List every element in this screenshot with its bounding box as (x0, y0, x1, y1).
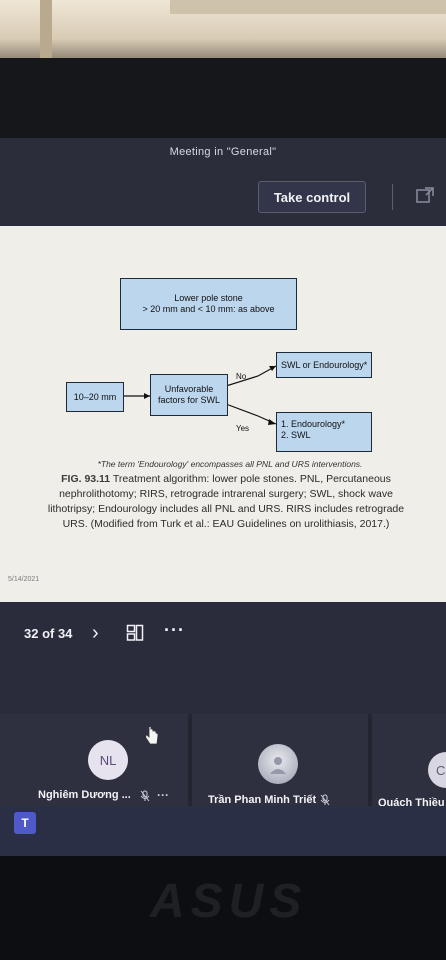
arrowhead-no (269, 366, 276, 371)
label-yes: Yes (236, 424, 250, 433)
ceiling-beam (170, 0, 446, 14)
box-stone-size: 10–20 mm (66, 382, 124, 412)
mic-muted-icon (140, 790, 150, 805)
windows-taskbar (0, 806, 446, 858)
more-options-icon[interactable]: ··· (164, 620, 185, 641)
box-endourology-then-swl: 1. Endourology* 2. SWL (276, 412, 372, 452)
next-icon[interactable]: › (92, 622, 99, 645)
box-unfavorable-factors: Unfavorable factors for SWL (150, 374, 228, 416)
figure-number: FIG. 93.11 (61, 473, 111, 485)
slide-counter: 32 of 34 (24, 626, 73, 641)
box-swl-or-endourology: SWL or Endourology* (276, 352, 372, 378)
arrowhead-yes (268, 419, 276, 425)
laptop-bezel-top (0, 58, 446, 138)
teams-icon[interactable]: T (14, 812, 36, 834)
cursor-icon (144, 726, 160, 751)
header-divider (392, 184, 393, 210)
laptop-brand-logo: ASUS (150, 875, 308, 928)
participant-more-icon[interactable]: ··· (157, 788, 169, 802)
box-unfav-line2: factors for SWL (157, 395, 220, 405)
slide-footnote: *The term 'Endourology' encompasses all … (97, 459, 363, 469)
box-lower-line2: > 20 mm and < 10 mm: as above (142, 304, 275, 314)
arrow-yes (225, 403, 277, 425)
avatar: NL (88, 740, 128, 780)
arrow-no (225, 365, 277, 387)
popout-icon[interactable] (414, 185, 438, 207)
participant-name: Nghiêm Dương ... (38, 789, 131, 801)
box-unfav-line1: Unfavorable (164, 384, 214, 394)
shared-slide: Lower pole stone > 20 mm and < 10 mm: as… (0, 226, 446, 602)
slide-date: 5/14/2021 (8, 576, 40, 583)
figure-caption: FIG. 93.11 Treatment algorithm: lower po… (36, 472, 416, 532)
label-no: No (236, 372, 247, 381)
avatar (258, 744, 298, 784)
box-endo-line2: 2. SWL (281, 430, 311, 440)
box-lower-pole-stone: Lower pole stone > 20 mm and < 10 mm: as… (120, 278, 297, 330)
meeting-title: Meeting in "General" (169, 146, 277, 158)
box-endo-line1: 1. Endourology* (281, 419, 346, 429)
slide-navigation-bar (0, 602, 446, 714)
box-lower-line1: Lower pole stone (174, 293, 243, 303)
grid-view-icon[interactable] (126, 624, 144, 642)
participant-name: Trần Phan Minh Triết (208, 794, 317, 806)
take-control-button[interactable]: Take control (258, 181, 366, 213)
